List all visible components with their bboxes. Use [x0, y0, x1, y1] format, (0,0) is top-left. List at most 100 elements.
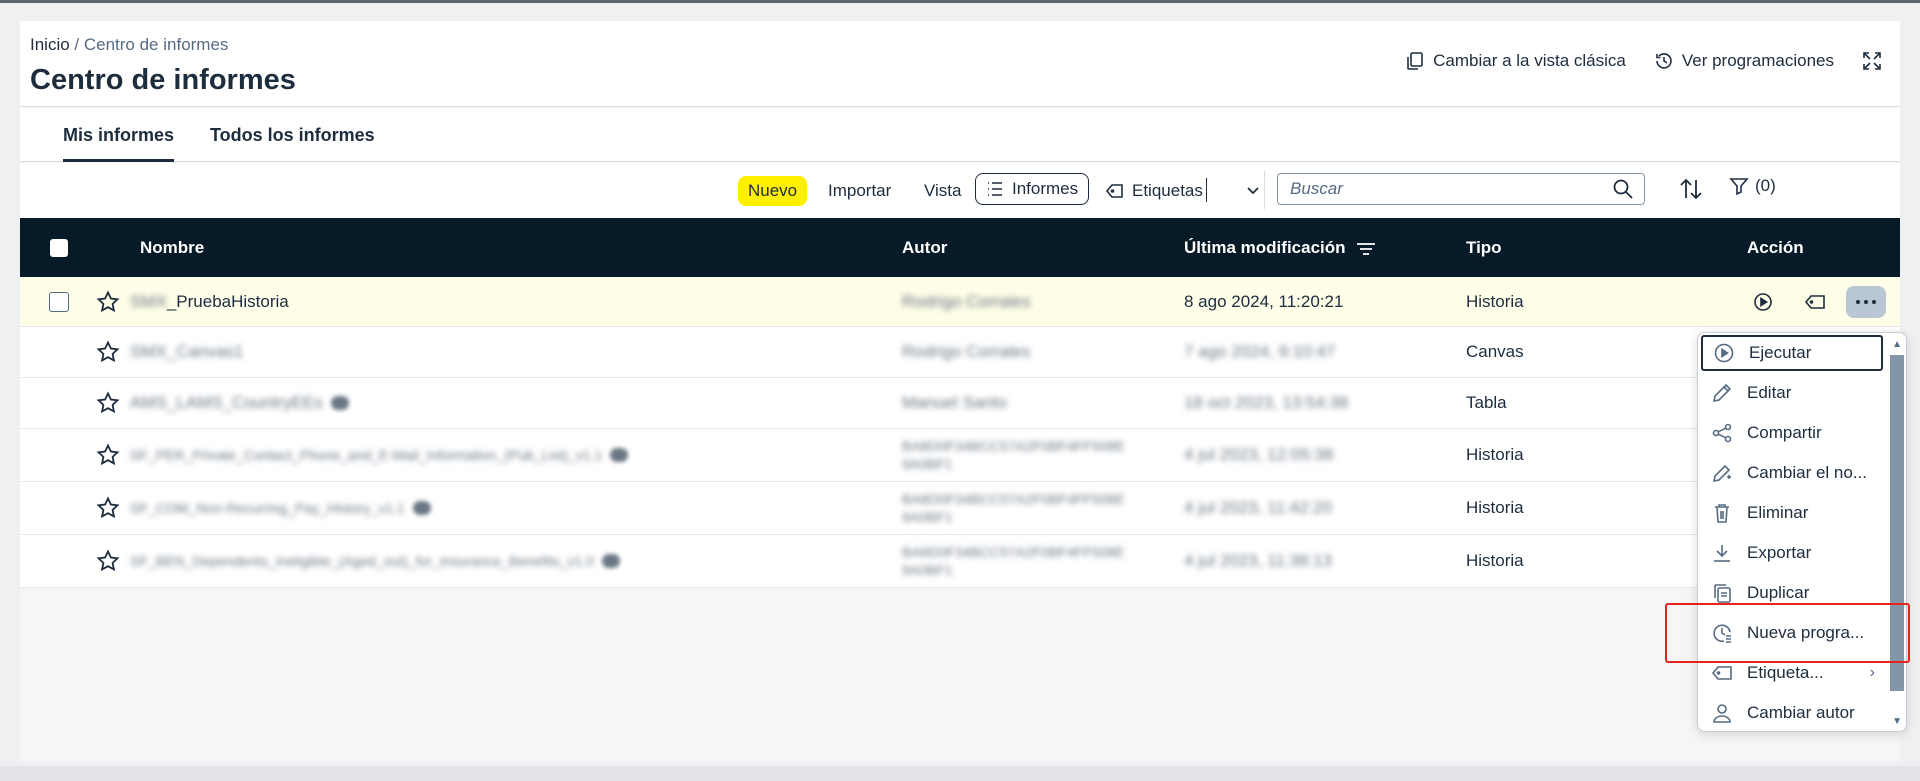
- report-name[interactable]: SF_COM_Non-Recurring_Pay_History_v1.1: [130, 482, 431, 534]
- table-row[interactable]: SF_PER_Private_Contact_Phone_and_E-Mail_…: [20, 429, 1900, 482]
- new-button[interactable]: Nuevo: [738, 176, 808, 206]
- fullscreen-icon: [1863, 52, 1881, 70]
- star-icon[interactable]: [96, 549, 120, 573]
- report-name[interactable]: SF_PER_Private_Contact_Phone_and_E-Mail_…: [130, 429, 629, 481]
- report-modified: 8 ago 2024, 11:20:21: [1184, 291, 1344, 311]
- menu-item-delete[interactable]: Eliminar: [1701, 495, 1883, 531]
- column-header-name[interactable]: Nombre: [140, 218, 204, 277]
- table-row[interactable]: SF_BEN_Dependents_Ineligible_(Aged_out)_…: [20, 535, 1900, 588]
- menu-item-tags[interactable]: Etiqueta... ›: [1701, 655, 1883, 691]
- tag-icon: [1106, 184, 1123, 198]
- more-actions-button[interactable]: [1846, 285, 1886, 318]
- cloud-icon: [412, 501, 431, 515]
- report-name-text: SF_COM_Non-Recurring_Pay_History_v1.1: [130, 500, 405, 516]
- scroll-up-icon[interactable]: ▲: [1892, 339, 1902, 350]
- menu-item-duplicate-label: Duplicar: [1747, 583, 1810, 602]
- report-modified: 7 ago 2024, 9:10:47: [1184, 342, 1336, 361]
- menu-item-edit-label: Editar: [1747, 383, 1792, 402]
- scroll-down-icon[interactable]: ▼: [1892, 716, 1902, 727]
- search-icon[interactable]: [1612, 178, 1634, 200]
- report-author-line-1: BA8D0F34BCC57A2F0BF4FF508E: [902, 438, 1125, 454]
- menu-item-edit[interactable]: Editar: [1701, 375, 1883, 411]
- breadcrumb-home-link[interactable]: Inicio: [30, 35, 70, 54]
- view-reports-toggle[interactable]: Informes: [975, 173, 1090, 205]
- star-icon[interactable]: [96, 289, 120, 314]
- star-icon[interactable]: [96, 443, 120, 467]
- toolbar: Nuevo Importar Vista Informes Etiquetas …: [20, 163, 1900, 218]
- fullscreen-button[interactable]: [1862, 51, 1882, 71]
- report-name[interactable]: SF_BEN_Dependents_Ineligible_(Aged_out)_…: [130, 535, 620, 587]
- report-name[interactable]: SMX_Canvas1: [130, 327, 243, 377]
- report-name[interactable]: AMS_LAMS_CountryEEs: [130, 378, 349, 428]
- menu-item-duplicate[interactable]: Duplicar: [1701, 575, 1883, 611]
- report-type: Historia: [1466, 291, 1524, 311]
- cloud-icon: [610, 448, 629, 462]
- column-header-type[interactable]: Tipo: [1466, 218, 1502, 277]
- report-author: Manuel Santo: [902, 393, 1007, 412]
- report-author: Rodrigo Corrales: [902, 291, 1031, 311]
- table-row[interactable]: AMS_LAMS_CountryEEs Manuel Santo 18 oct …: [20, 378, 1900, 429]
- report-type: Historia: [1466, 445, 1524, 464]
- column-header-modified-label: Última modificación: [1184, 238, 1346, 257]
- menu-item-delete-label: Eliminar: [1747, 503, 1809, 522]
- row-actions-menu: ▲ Ejecutar Editar Compartir Cambiar el n…: [1697, 332, 1907, 732]
- copy-icon: [1407, 52, 1423, 70]
- trash-icon: [1715, 504, 1729, 523]
- view-label: Vista: [924, 181, 962, 200]
- pencil-icon: [1712, 383, 1732, 403]
- report-author-line-2: 9A0BF1: [902, 509, 953, 525]
- filter-count: (0): [1755, 176, 1776, 195]
- classic-view-button[interactable]: Cambiar a la vista clásica: [1405, 51, 1626, 71]
- menu-item-run-label: Ejecutar: [1749, 343, 1812, 362]
- table-row[interactable]: SMX _PruebaHistoria Rodrigo Corrales 8 ag…: [20, 277, 1900, 327]
- sort-descending-icon: [1357, 242, 1376, 255]
- chevron-down-icon[interactable]: [1246, 183, 1260, 197]
- search-input[interactable]: [1277, 173, 1645, 205]
- table-row[interactable]: SMX_Canvas1 Rodrigo Corrales 7 ago 2024,…: [20, 327, 1900, 378]
- tab-my-reports[interactable]: Mis informes: [63, 108, 175, 162]
- report-modified: 4 jul 2023, 11:38:13: [1184, 551, 1333, 570]
- report-modified: 18 oct 2023, 13:54:38: [1184, 393, 1349, 412]
- menu-item-new-schedule[interactable]: Nueva progra...: [1701, 615, 1883, 651]
- star-icon[interactable]: [96, 496, 120, 520]
- star-icon[interactable]: [96, 391, 120, 415]
- breadcrumb-separator: /: [69, 35, 84, 54]
- column-header-author[interactable]: Autor: [902, 218, 947, 277]
- sort-icon[interactable]: [1678, 176, 1704, 202]
- menu-item-export[interactable]: Exportar: [1701, 535, 1883, 571]
- share-icon: [1712, 423, 1732, 443]
- report-modified: 4 jul 2023, 12:05:38: [1184, 445, 1334, 464]
- breadcrumb-current: Centro de informes: [83, 35, 229, 54]
- report-name-text: AMS_LAMS_CountryEEs: [130, 393, 323, 412]
- tags-filter-button[interactable]: Etiquetas: [1106, 176, 1203, 206]
- report-author-line-1: BA8D0F34BCC57A2F0BF4FF508E: [902, 544, 1125, 560]
- menu-item-rename[interactable]: Cambiar el no...: [1701, 455, 1883, 491]
- column-header-modified[interactable]: Última modificación: [1184, 218, 1376, 277]
- tab-all-reports[interactable]: Todos los informes: [210, 108, 375, 162]
- more-icon: [1872, 299, 1876, 304]
- report-modified: 4 jul 2023, 11:42:20: [1184, 498, 1333, 517]
- top-border: [0, 0, 1920, 3]
- menu-item-share[interactable]: Compartir: [1701, 415, 1883, 451]
- tag-icon[interactable]: [1804, 291, 1826, 313]
- view-schedules-button[interactable]: Ver programaciones: [1654, 51, 1834, 71]
- menu-item-rename-label: Cambiar el no...: [1747, 463, 1867, 482]
- column-header-action: Acción: [1747, 238, 1804, 257]
- report-name[interactable]: SMX _PruebaHistoria: [130, 277, 289, 326]
- menu-scrollbar[interactable]: [1890, 355, 1904, 691]
- bottom-border: [0, 766, 1920, 781]
- import-button[interactable]: Importar: [828, 176, 891, 206]
- report-author: BA8D0F34BCC57A2F0BF4FF508E 9A0BF1: [902, 429, 1125, 481]
- report-author: BA8D0F34BCC57A2F0BF4FF508E 9A0BF1: [902, 482, 1125, 534]
- menu-item-change-author[interactable]: Cambiar autor: [1701, 695, 1883, 731]
- report-author: BA8D0F34BCC57A2F0BF4FF508E 9A0BF1: [902, 535, 1125, 587]
- table-row[interactable]: SF_COM_Non-Recurring_Pay_History_v1.1 BA…: [20, 482, 1900, 535]
- run-icon[interactable]: [1752, 291, 1774, 313]
- filter-button[interactable]: (0): [1729, 176, 1776, 196]
- classic-view-label: Cambiar a la vista clásica: [1433, 51, 1626, 70]
- list-icon: [988, 182, 1002, 196]
- star-icon[interactable]: [96, 340, 120, 364]
- select-all-checkbox[interactable]: [50, 239, 68, 257]
- menu-item-run[interactable]: Ejecutar: [1701, 335, 1883, 371]
- report-name-text: SF_BEN_Dependents_Ineligible_(Aged_out)_…: [130, 553, 594, 569]
